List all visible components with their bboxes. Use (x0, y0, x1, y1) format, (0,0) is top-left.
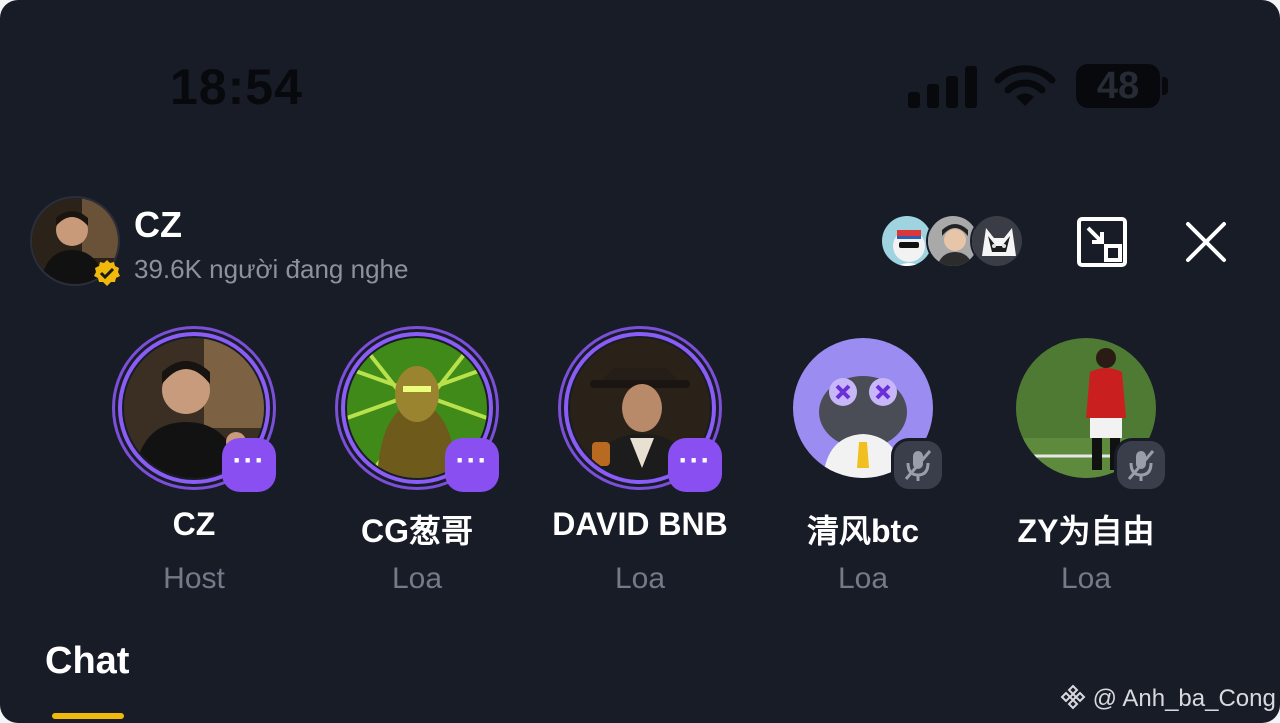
signal-icon (908, 66, 978, 108)
speaker-card[interactable]: 清风btc Loa (751, 326, 975, 606)
battery-cap (1162, 77, 1168, 95)
battery-level: 48 (1096, 65, 1140, 107)
speaker-name: ZY为自由 (1017, 513, 1155, 549)
speaker-avatar[interactable]: ··· (335, 326, 499, 492)
watermark-text: @ Anh_ba_Cong (1092, 685, 1276, 712)
speaker-avatar[interactable] (1004, 326, 1168, 492)
status-time: 18:54 (170, 59, 303, 115)
wifi-icon (994, 65, 1056, 106)
battery-icon: 48 (1076, 64, 1160, 108)
speaker-name: 清风btc (806, 513, 919, 549)
speaker-avatar[interactable]: ··· (558, 326, 722, 492)
speaker-card[interactable]: ··· DAVID BNB Loa (528, 326, 752, 606)
listener-count: 39.6K người đang nghe (134, 254, 409, 284)
speaker-role: Loa (1060, 562, 1112, 595)
speaker-menu-button[interactable]: ··· (222, 438, 276, 492)
watermark: @ Anh_ba_Cong (1060, 684, 1276, 713)
minimize-icon[interactable] (1076, 216, 1128, 268)
speaker-card[interactable]: ··· CZ Host (82, 326, 306, 606)
live-audio-room: 18:54 48 CZ 39.6K người đang nghe ··· CZ… (0, 0, 1280, 723)
speaker-menu-button[interactable]: ··· (445, 438, 499, 492)
listener-avatar[interactable] (970, 214, 1024, 268)
tab-chat[interactable]: Chat (45, 640, 129, 683)
speaker-card[interactable]: ZY为自由 Loa (974, 326, 1198, 606)
speaker-role: Loa (391, 562, 443, 595)
speaker-avatar[interactable] (781, 326, 945, 492)
binance-logo-icon (1060, 684, 1086, 710)
verified-badge-icon (94, 260, 120, 286)
muted-mic-icon (1114, 438, 1168, 492)
speaker-name: DAVID BNB (552, 506, 728, 542)
speaker-role: Host (163, 562, 225, 595)
speaker-menu-button[interactable]: ··· (668, 438, 722, 492)
close-icon[interactable] (1184, 220, 1228, 264)
speaker-role: Loa (614, 562, 666, 595)
host-name: CZ (134, 204, 182, 245)
speaker-name: CG葱哥 (360, 513, 473, 549)
speaker-role: Loa (837, 562, 889, 595)
speaker-avatar[interactable]: ··· (112, 326, 276, 492)
speaker-name: CZ (172, 506, 216, 542)
muted-mic-icon (891, 438, 945, 492)
tab-active-indicator (52, 713, 124, 719)
speaker-card[interactable]: ··· CG葱哥 Loa (305, 326, 529, 606)
